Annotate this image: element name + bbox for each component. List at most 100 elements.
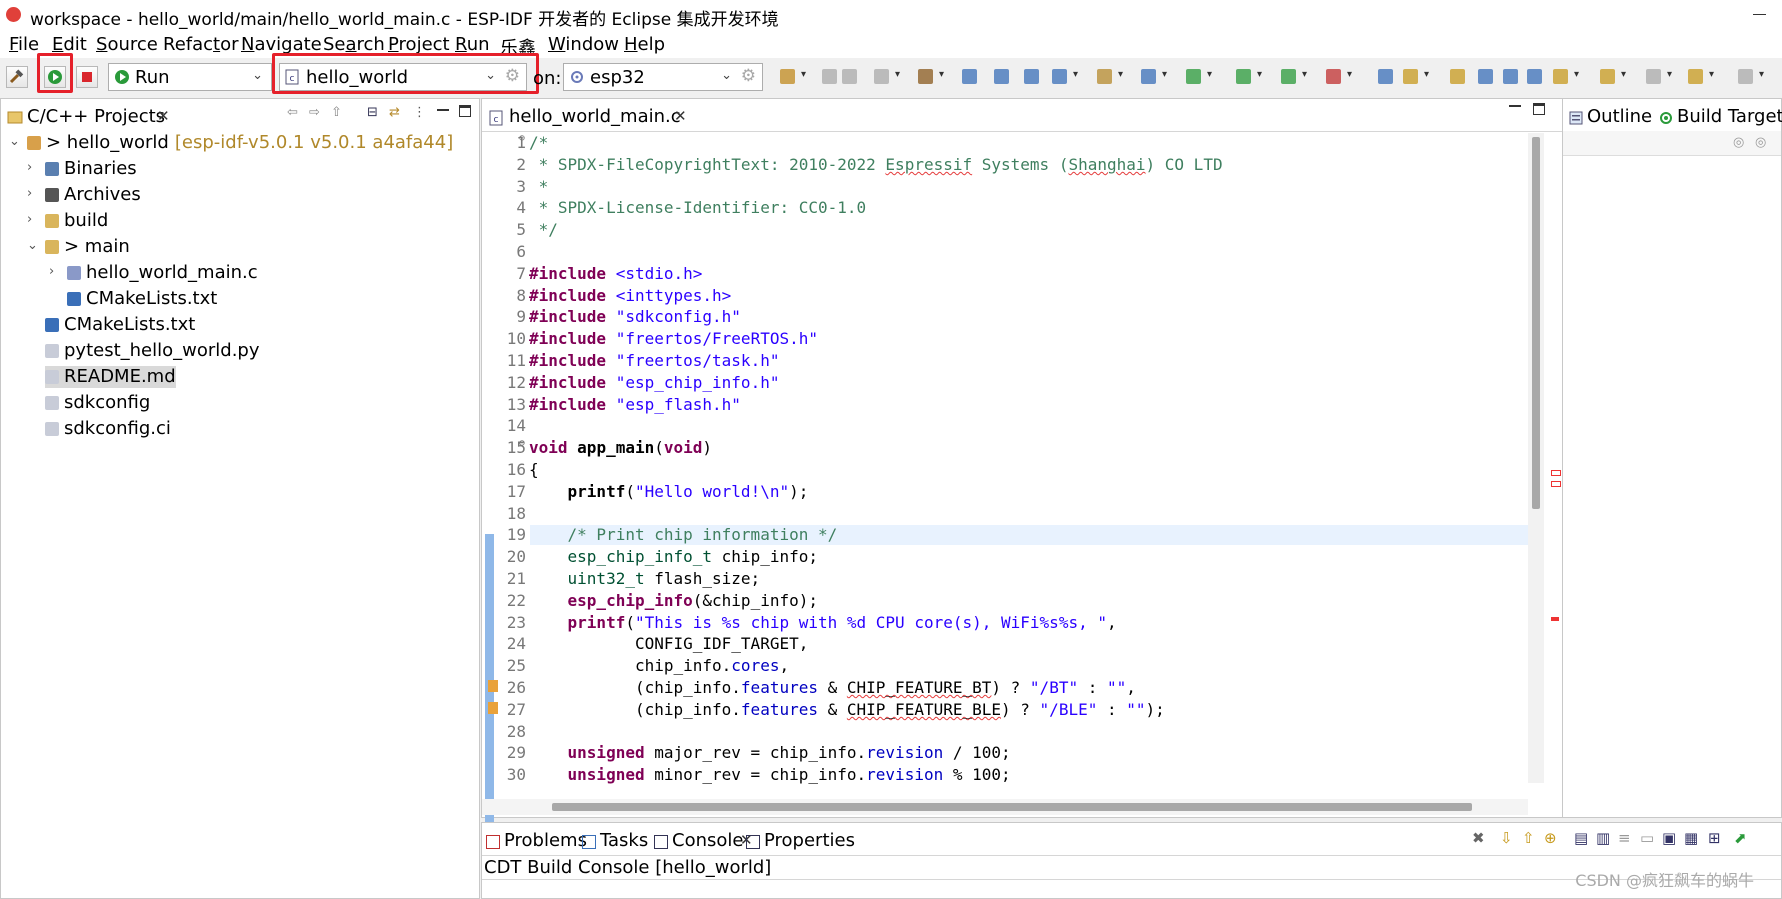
chevron-down-icon[interactable]: ▾ [1621, 69, 1626, 80]
next-annotation-icon[interactable] [1553, 69, 1568, 84]
chevron-down-icon[interactable]: ▾ [1759, 69, 1764, 80]
tab-build-targets[interactable]: Build Targets [1677, 106, 1782, 127]
last-edit-icon[interactable] [1646, 69, 1661, 84]
chevron-down-icon[interactable]: ▾ [939, 69, 944, 80]
filter-icon[interactable]: ◎ [1733, 135, 1744, 150]
minimize-icon[interactable] [437, 109, 449, 111]
chevron-down-icon[interactable]: ▾ [1347, 69, 1352, 80]
display-console-icon[interactable]: ▤ [1574, 829, 1588, 847]
open-console-icon[interactable]: ▣ [1662, 829, 1676, 847]
minimize-icon[interactable] [1753, 14, 1766, 15]
fold-toggle-icon[interactable]: ⊖ [519, 438, 525, 449]
forward-icon[interactable] [1738, 69, 1753, 84]
scroll-lock-down-icon[interactable]: ⇩ [1500, 829, 1513, 847]
launch-mode-combo[interactable]: Run ⌄ [108, 63, 272, 91]
chevron-down-icon[interactable]: ▾ [895, 69, 900, 80]
tree-item[interactable]: README.md [45, 366, 176, 388]
chevron-right-icon[interactable]: › [27, 160, 32, 175]
print-icon[interactable] [874, 69, 889, 84]
tree-item[interactable]: CMakeLists.txt [45, 314, 195, 336]
prev-annotation-icon[interactable] [1600, 69, 1615, 84]
tree-item[interactable]: › Archives [27, 184, 141, 206]
debug-icon[interactable] [1236, 69, 1251, 84]
tree-item[interactable]: › hello_world_main.c [49, 262, 258, 284]
view-menu-icon[interactable]: ⋮ [413, 105, 426, 120]
back-arrow-icon[interactable]: ⇦ [287, 105, 298, 120]
refresh-icon[interactable] [1186, 69, 1201, 84]
tab-hello-world-main-c[interactable]: c hello_world_main.c ✕ [485, 103, 687, 133]
menu-item-2[interactable]: Source [96, 34, 158, 55]
tree-item[interactable]: ⌄ > main [27, 236, 130, 258]
menu-item-3[interactable]: Refactor [163, 34, 239, 55]
menu-item-1[interactable]: Edit [52, 34, 87, 55]
select-console-icon[interactable]: ▭ [1640, 829, 1654, 847]
chevron-right-icon[interactable]: › [27, 212, 32, 227]
minimize-icon[interactable] [1509, 105, 1521, 107]
clear-console-icon[interactable]: ✖ [1472, 829, 1485, 847]
chevron-down-icon[interactable]: ▾ [801, 69, 806, 80]
error-marker[interactable] [1551, 481, 1561, 487]
save-icon[interactable] [822, 69, 837, 84]
tree-item[interactable]: sdkconfig [45, 392, 150, 414]
hammer-icon[interactable] [918, 69, 933, 84]
open-terminal-icon[interactable]: ⬈ [1734, 829, 1747, 847]
collapse-all-icon[interactable]: ⊟ [367, 105, 378, 120]
terminal-icon[interactable] [994, 69, 1009, 84]
open-task-icon[interactable] [1403, 69, 1418, 84]
chevron-down-icon[interactable]: ⌄ [9, 134, 20, 149]
horizontal-scroll-thumb[interactable] [552, 803, 1472, 811]
menu-item-7[interactable]: Run [455, 34, 490, 55]
console-menu-icon[interactable]: ⊞ [1708, 829, 1721, 847]
menu-item-6[interactable]: Project [388, 34, 450, 55]
horizontal-scrollbar[interactable] [482, 799, 1528, 815]
chevron-down-icon[interactable]: ▾ [1709, 69, 1714, 80]
run-icon[interactable] [1281, 69, 1296, 84]
chevron-down-icon[interactable]: ▾ [1207, 69, 1212, 80]
block-select-icon[interactable] [1503, 69, 1518, 84]
tab-outline[interactable]: Outline [1587, 106, 1652, 127]
new-console-icon[interactable]: ▦ [1684, 829, 1698, 847]
vertical-scroll-thumb[interactable] [1532, 137, 1540, 509]
maximize-icon[interactable] [1533, 103, 1545, 115]
new-folder-icon[interactable] [1097, 69, 1112, 84]
gear-icon[interactable]: ⚙ [741, 66, 756, 86]
warning-icon[interactable] [488, 701, 498, 714]
chevron-down-icon[interactable]: ▾ [1302, 69, 1307, 80]
external-tools-icon[interactable] [1326, 69, 1341, 84]
tree-item[interactable]: CMakeLists.txt [67, 288, 217, 310]
close-icon[interactable]: ✕ [157, 107, 170, 125]
copy-console-icon[interactable]: ▥ [1596, 829, 1610, 847]
close-icon[interactable]: ✕ [674, 107, 687, 125]
chevron-down-icon[interactable]: ▾ [1257, 69, 1262, 80]
launch-stop-button[interactable] [76, 66, 98, 88]
chevron-right-icon[interactable]: › [49, 264, 54, 279]
error-marker[interactable] [1551, 617, 1559, 621]
chevron-down-icon[interactable]: ▾ [1118, 69, 1123, 80]
menu-item-9[interactable]: Window [548, 34, 619, 55]
chevron-down-icon[interactable]: ▾ [1667, 69, 1672, 80]
pilcrow-icon[interactable] [1527, 69, 1542, 84]
error-marker[interactable] [1551, 470, 1561, 476]
chevron-down-icon[interactable]: ▾ [1073, 69, 1078, 80]
word-wrap-icon[interactable]: ≡ [1618, 829, 1631, 847]
chevron-right-icon[interactable]: › [27, 186, 32, 201]
chevron-down-icon[interactable]: ⌄ [27, 238, 38, 253]
menu-item-4[interactable]: Navigate [241, 34, 322, 55]
warning-icon[interactable] [488, 680, 498, 692]
chevron-down-icon[interactable]: ▾ [1162, 69, 1167, 80]
vertical-scrollbar[interactable] [1528, 133, 1544, 783]
tree-item[interactable]: sdkconfig.ci [45, 418, 171, 440]
tab-cpp-projects[interactable]: C/C++ Projects ✕ [5, 103, 173, 133]
fold-toggle-icon[interactable]: ⊖ [519, 133, 525, 144]
open-type-icon[interactable] [1378, 69, 1393, 84]
launch-target-combo[interactable]: esp32 ⌄ ⚙ [563, 63, 763, 91]
tree-project-hello-world[interactable]: ⌄ > hello_world [esp-idf-v5.0.1 v5.0.1 a4a… [9, 132, 453, 154]
menu-item-10[interactable]: Help [624, 34, 665, 55]
build-config-icon[interactable] [962, 69, 977, 84]
link-editor-icon[interactable]: ⇄ [389, 105, 400, 120]
chevron-down-icon[interactable]: ▾ [1574, 69, 1579, 80]
new-wizard-icon[interactable] [780, 69, 795, 84]
search-icon[interactable] [1024, 69, 1039, 84]
back-icon[interactable] [1688, 69, 1703, 84]
code-area[interactable]: 1/* ⊖ 2 * SPDX-FileCopyrightText: 2010-202… [488, 133, 1528, 813]
